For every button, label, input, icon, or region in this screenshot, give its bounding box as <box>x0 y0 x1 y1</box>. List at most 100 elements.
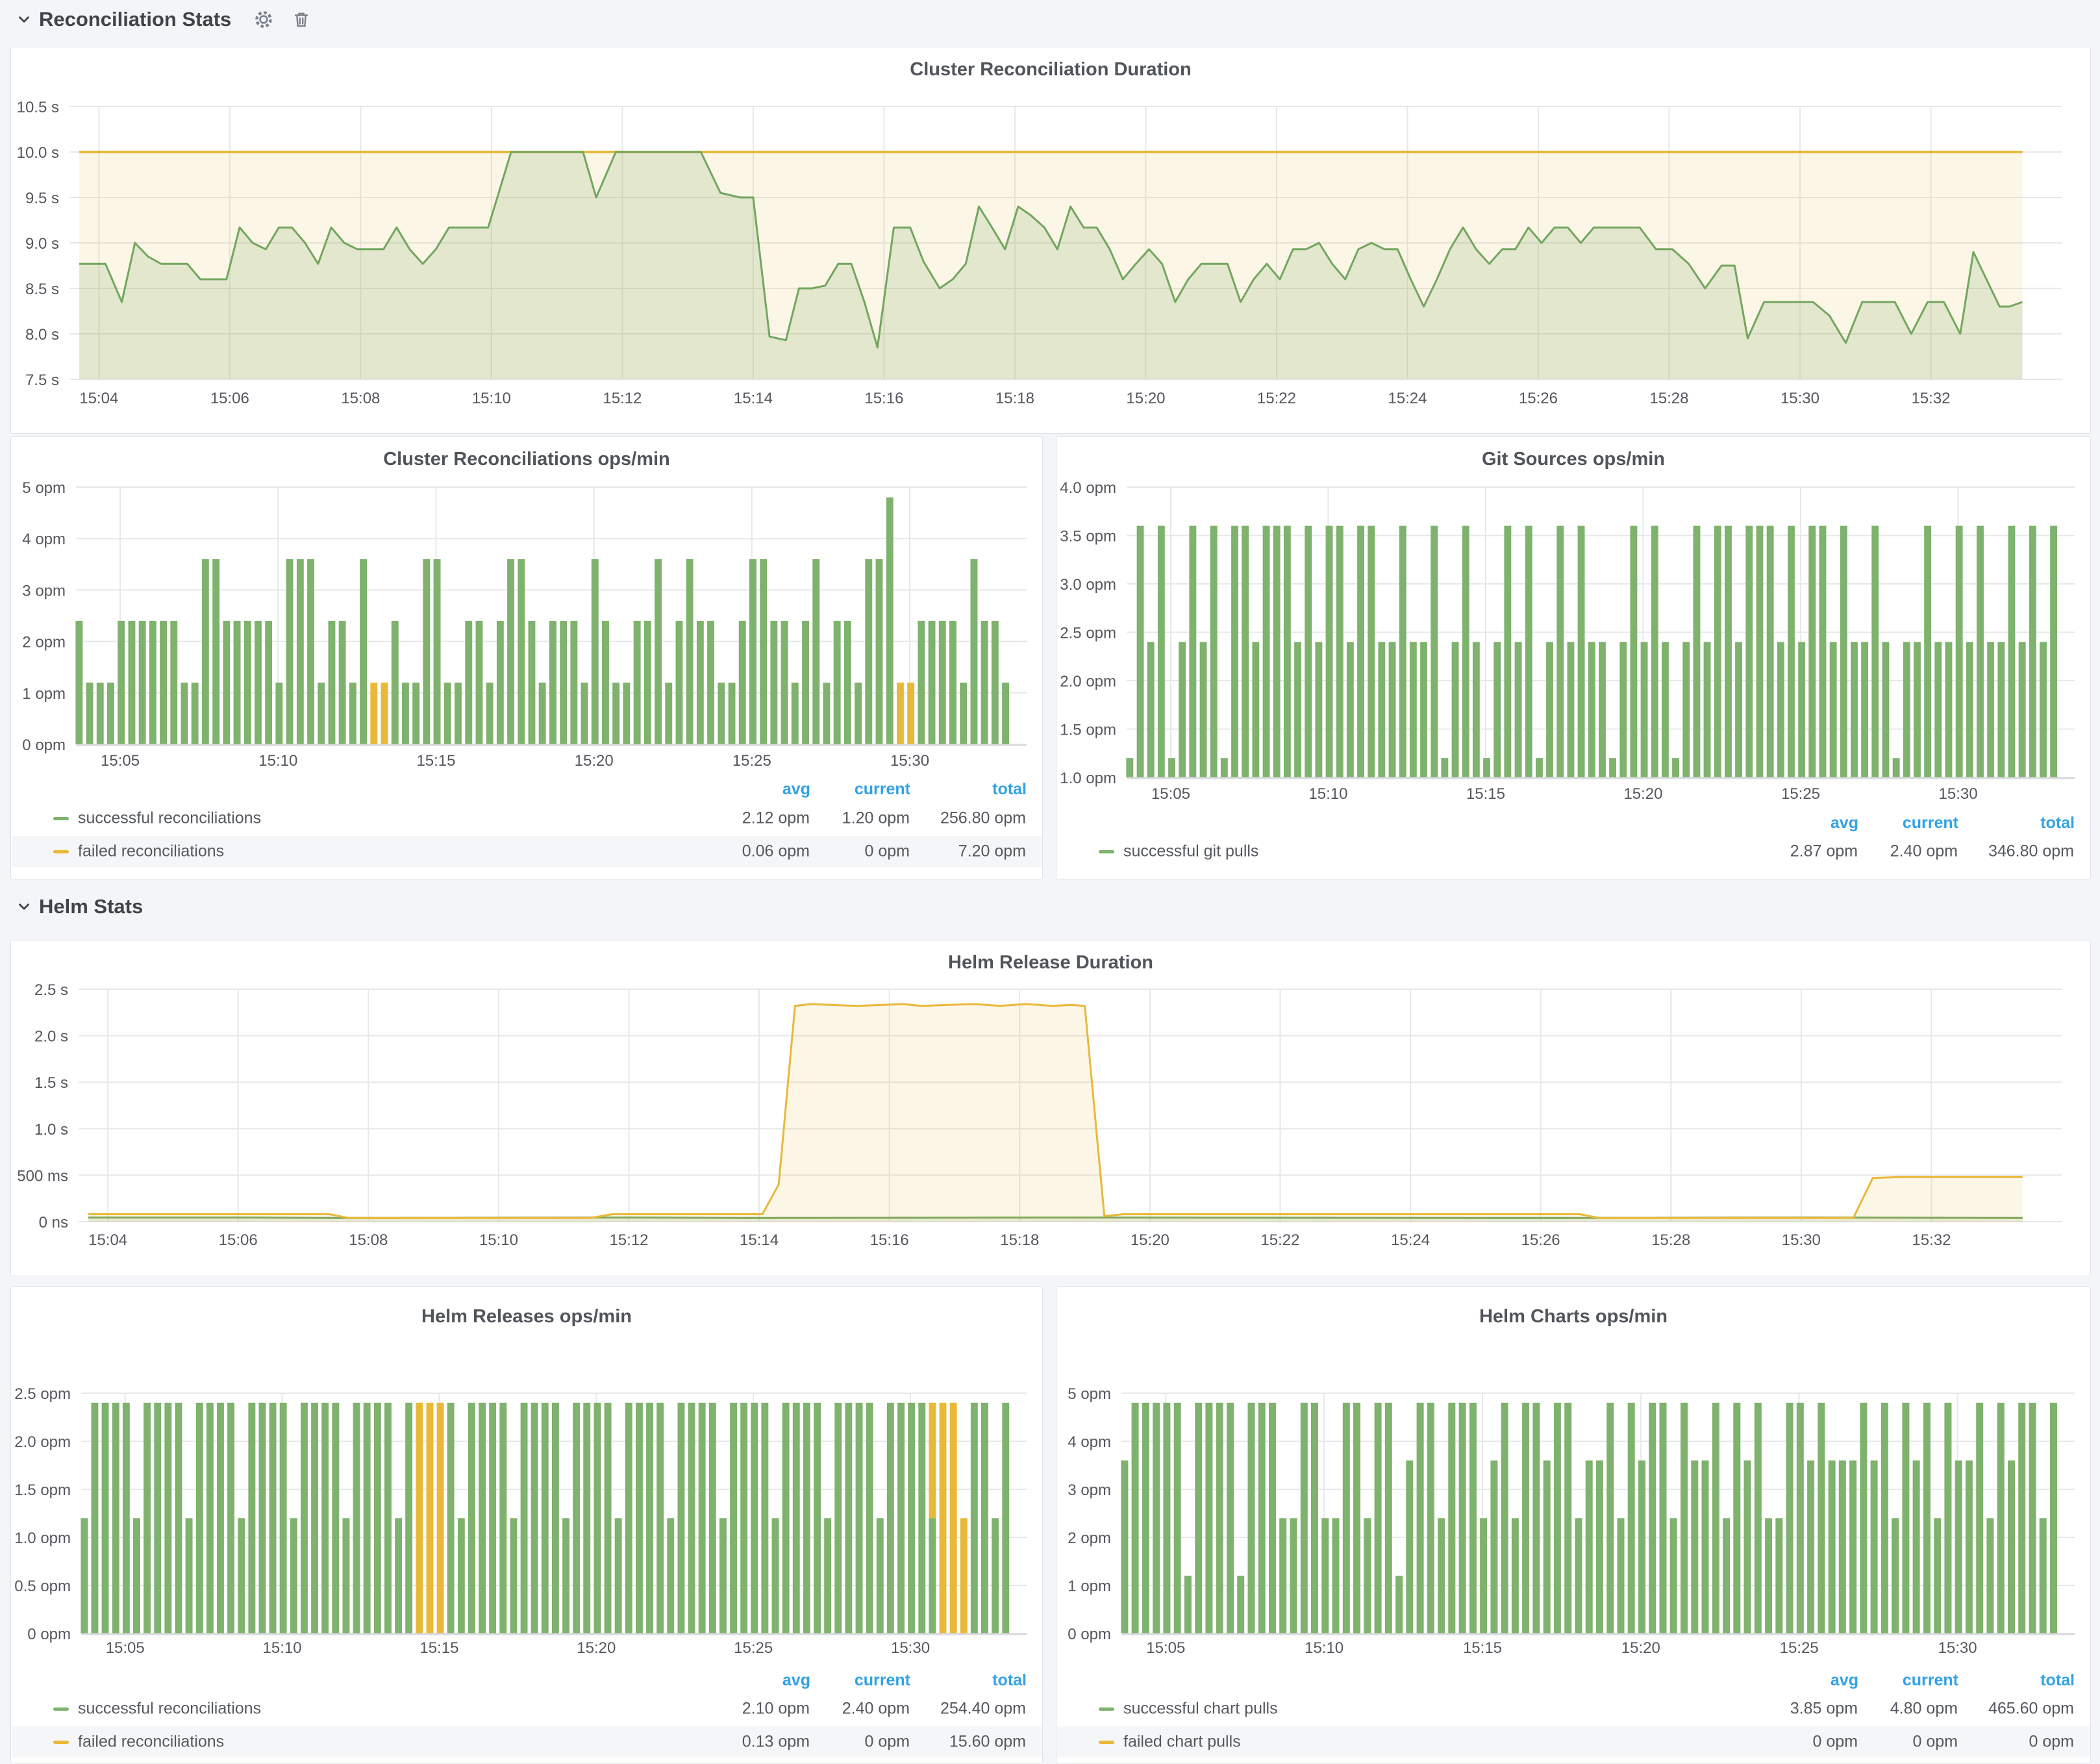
section-title[interactable]: Reconciliation Stats <box>39 8 231 31</box>
svg-text:15:14: 15:14 <box>734 390 773 407</box>
section-header-helm-stats[interactable]: Helm Stats <box>16 892 143 921</box>
svg-text:15:10: 15:10 <box>258 752 297 770</box>
legend-series-name[interactable]: successful git pulls <box>1123 842 1258 861</box>
bars-failed[interactable] <box>370 683 914 744</box>
section-title[interactable]: Helm Stats <box>39 895 143 918</box>
svg-text:15:04: 15:04 <box>88 1231 127 1249</box>
svg-text:15:20: 15:20 <box>577 1639 616 1657</box>
svg-text:15:12: 15:12 <box>603 390 642 407</box>
svg-text:0 ns: 0 ns <box>39 1214 68 1231</box>
svg-text:15:26: 15:26 <box>1521 1231 1560 1249</box>
svg-text:15:15: 15:15 <box>1463 1639 1502 1657</box>
svg-text:0 opm: 0 opm <box>22 737 66 754</box>
bars-successful[interactable] <box>1126 526 2057 777</box>
chevron-down-icon[interactable] <box>16 11 32 28</box>
svg-text:15:20: 15:20 <box>1621 1639 1660 1657</box>
helm-charts-ops-chart[interactable]: 0 opm1 opm2 opm3 opm4 opm5 opm15:0515:10… <box>1056 1287 2090 1763</box>
svg-text:15:08: 15:08 <box>341 390 380 407</box>
git-sources-ops-chart[interactable]: 1.0 opm1.5 opm2.0 opm2.5 opm3.0 opm3.5 o… <box>1056 437 2090 879</box>
gear-icon[interactable] <box>253 9 274 30</box>
legend-col-current[interactable]: current <box>1903 814 1958 833</box>
bars-successful[interactable] <box>75 498 1009 744</box>
svg-text:1.0 opm: 1.0 opm <box>14 1530 71 1547</box>
svg-text:5 opm: 5 opm <box>1068 1385 1111 1403</box>
svg-text:1.5 opm: 1.5 opm <box>1060 722 1116 739</box>
svg-text:15:05: 15:05 <box>1146 1639 1185 1657</box>
svg-text:2 opm: 2 opm <box>22 634 66 651</box>
svg-text:15:20: 15:20 <box>1131 1231 1169 1249</box>
svg-text:15:06: 15:06 <box>210 390 249 407</box>
svg-text:15:25: 15:25 <box>1780 1639 1819 1657</box>
svg-text:2.0 opm: 2.0 opm <box>14 1433 71 1451</box>
svg-text:2.0 s: 2.0 s <box>34 1028 68 1046</box>
svg-text:15:04: 15:04 <box>79 390 118 407</box>
svg-text:15:28: 15:28 <box>1649 390 1688 407</box>
svg-text:15:18: 15:18 <box>1000 1231 1039 1249</box>
legend-col-avg[interactable]: avg <box>782 1671 810 1690</box>
legend-col-total[interactable]: total <box>992 1671 1027 1690</box>
svg-text:3 opm: 3 opm <box>22 582 66 599</box>
svg-text:15:15: 15:15 <box>1466 785 1505 803</box>
cluster-reconciliation-duration-chart[interactable]: 7.5 s8.0 s8.5 s9.0 s9.5 s10.0 s10.5 s15:… <box>11 47 2090 433</box>
svg-text:0.5 opm: 0.5 opm <box>14 1578 71 1595</box>
legend-series-name[interactable]: successful reconciliations <box>78 809 261 828</box>
panel-title[interactable]: Helm Release Duration <box>11 952 2090 974</box>
legend-series-name[interactable]: successful reconciliations <box>78 1700 261 1719</box>
helm-release-duration-chart[interactable]: 0 ns500 ms1.0 s1.5 s2.0 s2.5 s15:0415:06… <box>11 940 2090 1276</box>
svg-text:1 opm: 1 opm <box>22 685 66 703</box>
svg-text:15:20: 15:20 <box>1126 390 1165 407</box>
svg-text:15:05: 15:05 <box>1151 785 1190 803</box>
svg-text:15:14: 15:14 <box>740 1231 779 1249</box>
series-release-duration[interactable] <box>88 1004 2023 1222</box>
legend-series-name[interactable]: failed reconciliations <box>78 842 224 861</box>
svg-text:0 opm: 0 opm <box>1068 1626 1111 1643</box>
svg-text:15:30: 15:30 <box>1781 390 1819 407</box>
svg-text:1.5 s: 1.5 s <box>34 1074 68 1092</box>
panel-title[interactable]: Helm Charts ops/min <box>1056 1306 2090 1328</box>
svg-text:15:05: 15:05 <box>106 1639 145 1657</box>
section-header-reconciliation-stats[interactable]: Reconciliation Stats <box>16 5 312 34</box>
panel-title[interactable]: Helm Releases ops/min <box>11 1306 1042 1328</box>
chevron-down-icon[interactable] <box>16 898 32 915</box>
svg-text:15:22: 15:22 <box>1260 1231 1299 1249</box>
panel-title[interactable]: Cluster Reconciliation Duration <box>11 59 2090 81</box>
svg-text:9.0 s: 9.0 s <box>25 235 59 253</box>
panel-cluster-reconciliations-ops: Cluster Reconciliations ops/min 0 opm 1 o… <box>10 436 1043 879</box>
svg-text:15:12: 15:12 <box>609 1231 648 1249</box>
panel-helm-releases-ops: Helm Releases ops/min 0 opm0.5 opm1.0 op… <box>10 1286 1043 1763</box>
legend-col-avg[interactable]: avg <box>1831 1671 1858 1690</box>
legend-col-current[interactable]: current <box>1903 1671 1958 1690</box>
svg-text:15:22: 15:22 <box>1257 390 1296 407</box>
legend-col-total[interactable]: total <box>2040 1671 2075 1690</box>
legend-col-current[interactable]: current <box>855 780 910 799</box>
svg-text:15:06: 15:06 <box>219 1231 258 1249</box>
trash-icon[interactable] <box>291 9 312 30</box>
panel-title[interactable]: Cluster Reconciliations ops/min <box>11 449 1042 470</box>
panel-git-sources-ops: Git Sources ops/min 1.0 opm1.5 opm2.0 op… <box>1056 436 2091 879</box>
svg-text:15:28: 15:28 <box>1651 1231 1690 1249</box>
svg-text:15:30: 15:30 <box>1938 1639 1977 1657</box>
panel-title[interactable]: Git Sources ops/min <box>1056 449 2090 470</box>
svg-text:15:24: 15:24 <box>1391 1231 1430 1249</box>
legend-col-avg[interactable]: avg <box>782 780 810 799</box>
svg-text:3.0 opm: 3.0 opm <box>1060 576 1116 594</box>
bars-successful[interactable] <box>1121 1403 2057 1633</box>
svg-text:15:25: 15:25 <box>734 1639 773 1657</box>
legend-series-name[interactable]: failed reconciliations <box>78 1733 224 1752</box>
helm-releases-ops-chart[interactable]: 0 opm0.5 opm1.0 opm1.5 opm2.0 opm2.5 opm… <box>11 1287 1042 1763</box>
legend-col-avg[interactable]: avg <box>1831 814 1858 833</box>
svg-text:15:25: 15:25 <box>1781 785 1820 803</box>
legend-series-name[interactable]: failed chart pulls <box>1123 1733 1241 1752</box>
legend-col-total[interactable]: total <box>992 780 1027 799</box>
svg-text:15:20: 15:20 <box>1623 785 1662 803</box>
svg-text:3.5 opm: 3.5 opm <box>1060 528 1116 546</box>
bars-successful[interactable] <box>81 1403 1009 1633</box>
svg-text:8.5 s: 8.5 s <box>25 281 59 298</box>
legend-series-name[interactable]: successful chart pulls <box>1123 1700 1278 1719</box>
svg-text:2.5 s: 2.5 s <box>34 981 68 999</box>
svg-text:15:10: 15:10 <box>1308 785 1347 803</box>
legend-col-total[interactable]: total <box>2040 814 2075 833</box>
panel-helm-release-duration: Helm Release Duration 0 ns500 ms1.0 s1.5… <box>10 940 2091 1276</box>
legend-col-current[interactable]: current <box>855 1671 910 1690</box>
svg-text:15:15: 15:15 <box>416 752 455 770</box>
